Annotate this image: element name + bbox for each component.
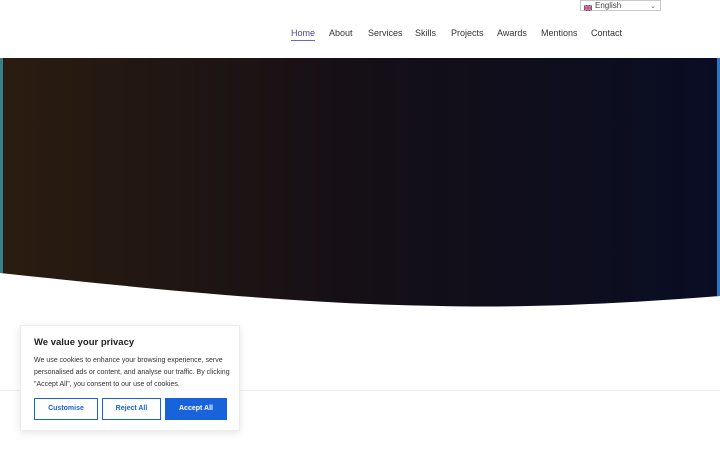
- cookie-title: We value your privacy: [34, 337, 135, 348]
- hero-background: [0, 58, 720, 307]
- customise-button[interactable]: Customise: [34, 398, 98, 420]
- nav-item-projects[interactable]: Projects: [451, 28, 484, 38]
- hero-banner: [0, 58, 720, 308]
- chevron-down-icon: ⌄: [650, 3, 656, 10]
- nav-item-about[interactable]: About: [329, 28, 353, 38]
- nav-item-services[interactable]: Services: [368, 28, 403, 38]
- nav-item-contact[interactable]: Contact: [591, 28, 622, 38]
- nav-item-awards[interactable]: Awards: [497, 28, 527, 38]
- nav-item-home[interactable]: Home: [291, 28, 316, 41]
- nav-item-mentions[interactable]: Mentions: [541, 28, 578, 38]
- nav-item-skills[interactable]: Skills: [415, 28, 436, 38]
- language-selector[interactable]: English ⌄: [580, 0, 661, 11]
- reject-all-button[interactable]: Reject All: [102, 398, 161, 420]
- cookie-description: We use cookies to enhance your browsing …: [34, 357, 230, 388]
- language-label: English: [595, 1, 622, 10]
- uk-flag-icon: [583, 3, 593, 11]
- cookie-consent-banner: We value your privacy We use cookies to …: [20, 325, 240, 431]
- accept-all-button[interactable]: Accept All: [165, 398, 227, 420]
